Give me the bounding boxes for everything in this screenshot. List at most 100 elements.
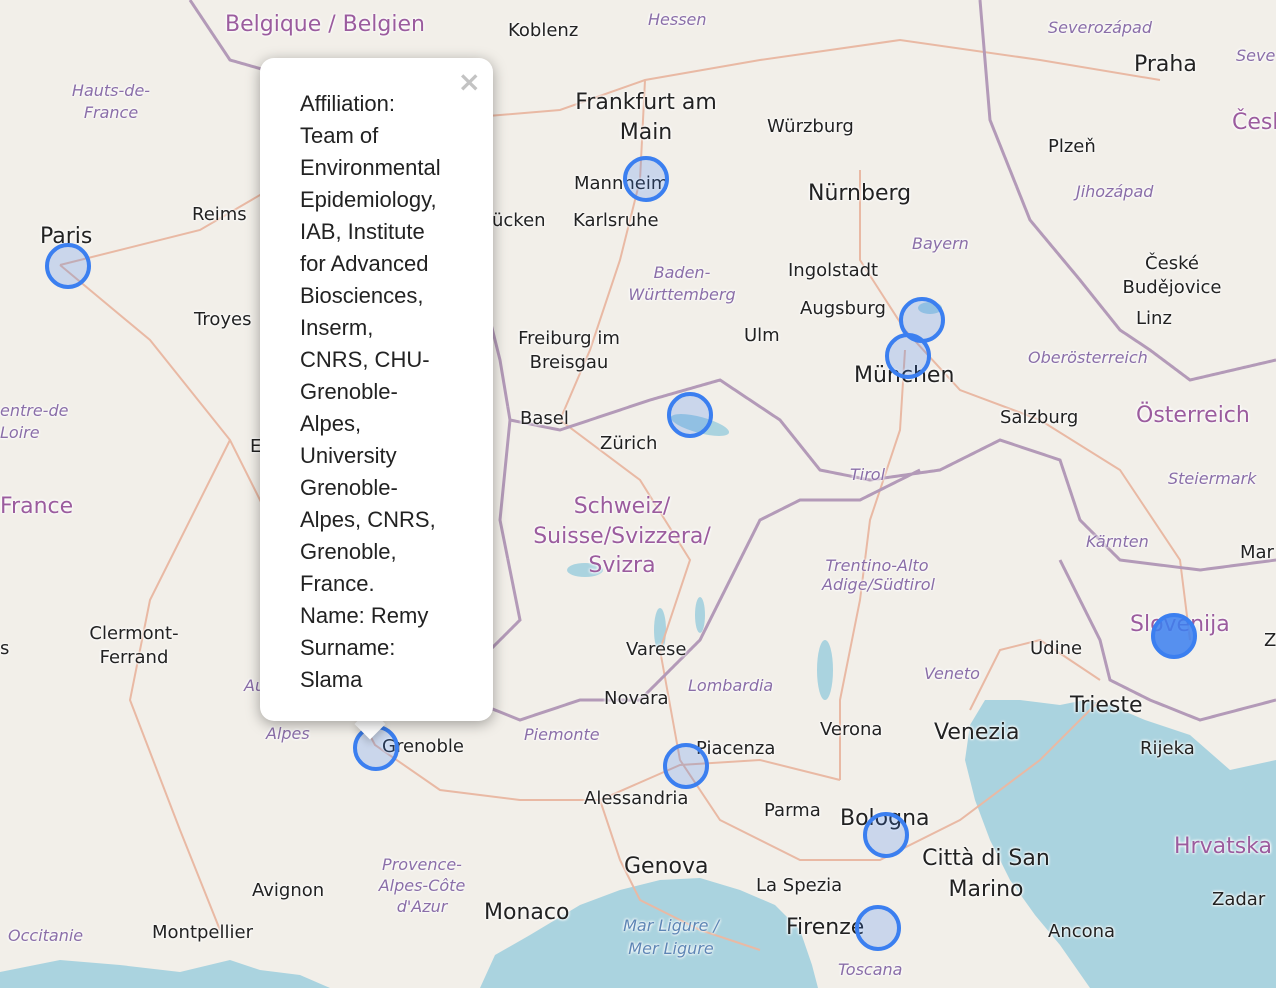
popup-line: Alpes, CNRS,	[300, 507, 436, 532]
map[interactable]: Belgique / Belgien Koblenz Hessen Severo…	[0, 0, 1276, 988]
popup-line: Team of	[300, 123, 379, 148]
popup-line: Biosciences,	[300, 283, 424, 308]
label-piemonte: Piemonte	[524, 725, 600, 744]
label-trentino: Trentino-Alto Adige/Südtirol	[822, 556, 935, 595]
label-reims: Reims	[192, 204, 247, 225]
popup-tip-cover	[352, 705, 392, 719]
label-firenze: Firenze	[786, 915, 865, 940]
map-marker-firenze[interactable]	[855, 905, 901, 951]
label-mar-ligure: Mar Ligure / Mer Ligure	[623, 916, 719, 959]
label-steiermark: Steiermark	[1168, 469, 1257, 488]
label-nurnberg: Nürnberg	[808, 181, 912, 206]
label-baden-wurttemberg: Baden-Württemberg	[628, 263, 736, 304]
label-hrvatska: Hrvatska	[1174, 834, 1273, 859]
popup-line: Grenoble-	[300, 379, 398, 404]
map-marker-mannheim[interactable]	[623, 156, 669, 202]
label-plzen: Plzeň	[1048, 136, 1096, 157]
label-hessen: Hessen	[648, 10, 707, 29]
popup-line: for Advanced	[300, 251, 429, 276]
label-schweiz: Schweiz/ Suisse/Svizzera/ Svizra	[533, 494, 711, 579]
label-verona: Verona	[820, 719, 883, 740]
label-venezia: Venezia	[934, 720, 1020, 745]
popup-line: France.	[300, 571, 375, 596]
popup-line: Alpes,	[300, 411, 362, 436]
popup-line: Affiliation:	[300, 91, 395, 116]
label-occitanie: Occitanie	[8, 926, 84, 945]
label-ceske-budejovice: České Budějovice	[1122, 253, 1222, 299]
map-marker-munchen[interactable]	[885, 333, 931, 379]
label-ingolstadt: Ingolstadt	[788, 260, 879, 281]
label-belgique: Belgique / Belgien	[225, 12, 425, 37]
label-koblenz: Koblenz	[508, 20, 579, 41]
label-piacenza: Piacenza	[696, 738, 776, 759]
label-freiburg: Freiburg im Breisgau	[518, 328, 620, 374]
label-zurich: Zürich	[600, 433, 658, 454]
popup-line: IAB, Institute	[300, 219, 425, 244]
map-marker-slovenija[interactable]	[1151, 613, 1197, 659]
popup-line: Grenoble-	[300, 475, 398, 500]
label-mar: Mar	[1240, 542, 1274, 563]
label-linz: Linz	[1136, 308, 1172, 329]
label-zadar: Zadar	[1212, 889, 1266, 910]
label-alessandria: Alessandria	[584, 788, 689, 809]
label-severozapad: Severozápad	[1048, 18, 1152, 37]
label-ancona: Ancona	[1048, 921, 1116, 942]
label-troyes: Troyes	[194, 309, 252, 330]
label-basel: Basel	[520, 408, 569, 429]
popup-line: Environmental	[300, 155, 441, 180]
popup-line: Surname:	[300, 635, 396, 660]
label-z-right: Z	[1264, 630, 1276, 651]
label-la-spezia: La Spezia	[756, 875, 843, 896]
label-provence: Provence-Alpes-Côte d'Azur	[378, 855, 466, 916]
label-hauts-de-france: Hauts-de-France	[71, 81, 151, 122]
popup-line: Epidemiology,	[300, 187, 437, 212]
label-karnten: Kärnten	[1086, 532, 1149, 551]
label-praha: Praha	[1134, 52, 1197, 77]
label-avignon: Avignon	[252, 880, 325, 901]
label-toscana: Toscana	[838, 960, 903, 979]
marker-popup: × Affiliation: Team of Environmental Epi…	[260, 58, 493, 721]
label-s-left: s	[0, 638, 10, 659]
map-marker-piacenza[interactable]	[663, 743, 709, 789]
popup-line: Slama	[300, 667, 363, 692]
label-jihozapad: Jihozápad	[1076, 182, 1154, 201]
label-veneto: Veneto	[924, 664, 980, 683]
label-rijeka: Rijeka	[1140, 738, 1195, 759]
label-novara: Novara	[604, 688, 669, 709]
label-tirol: Tirol	[850, 465, 886, 484]
popup-line: Grenoble,	[300, 539, 397, 564]
map-marker-bologna[interactable]	[863, 812, 909, 858]
label-bayern: Bayern	[912, 234, 969, 253]
label-karlsruhe: Karlsruhe	[573, 210, 659, 231]
label-udine: Udine	[1030, 638, 1083, 659]
label-parma: Parma	[764, 800, 821, 821]
label-cesk: Česk	[1232, 110, 1276, 135]
label-france: France	[0, 494, 74, 519]
map-marker-zurich[interactable]	[667, 392, 713, 438]
popup-line: Name: Remy	[300, 603, 429, 628]
label-seve: Seve	[1236, 46, 1276, 65]
label-monaco: Monaco	[484, 900, 570, 925]
label-centre-val-de-loire: entre-de Loire	[0, 401, 69, 443]
map-marker-paris[interactable]	[45, 243, 91, 289]
label-augsburg: Augsburg	[800, 298, 886, 319]
label-ulm: Ulm	[744, 325, 780, 346]
label-oberosterreich: Oberösterreich	[1028, 348, 1148, 367]
popup-line: Inserm,	[300, 315, 374, 340]
label-trieste: Trieste	[1070, 693, 1143, 718]
label-alpes: Alpes	[266, 724, 310, 743]
label-varese: Varese	[626, 639, 687, 660]
label-saarbrucken: ücken	[492, 210, 546, 231]
label-lombardia: Lombardia	[688, 676, 774, 695]
label-osterreich: Österreich	[1136, 403, 1250, 428]
label-genova: Genova	[624, 854, 709, 879]
label-citta-di-san-marino: Città di San Marino	[922, 846, 1050, 902]
popup-line: CNRS, CHU-	[300, 347, 430, 372]
label-wurzburg: Würzburg	[767, 116, 854, 137]
popup-content: Affiliation: Team of Environmental Epide…	[300, 88, 480, 696]
label-frankfurt: Frankfurt am Main	[575, 90, 717, 145]
popup-line: University	[300, 443, 397, 468]
label-montpellier: Montpellier	[152, 922, 253, 943]
label-salzburg: Salzburg	[1000, 407, 1079, 428]
label-clermont-ferrand: Clermont-Ferrand	[89, 623, 179, 669]
